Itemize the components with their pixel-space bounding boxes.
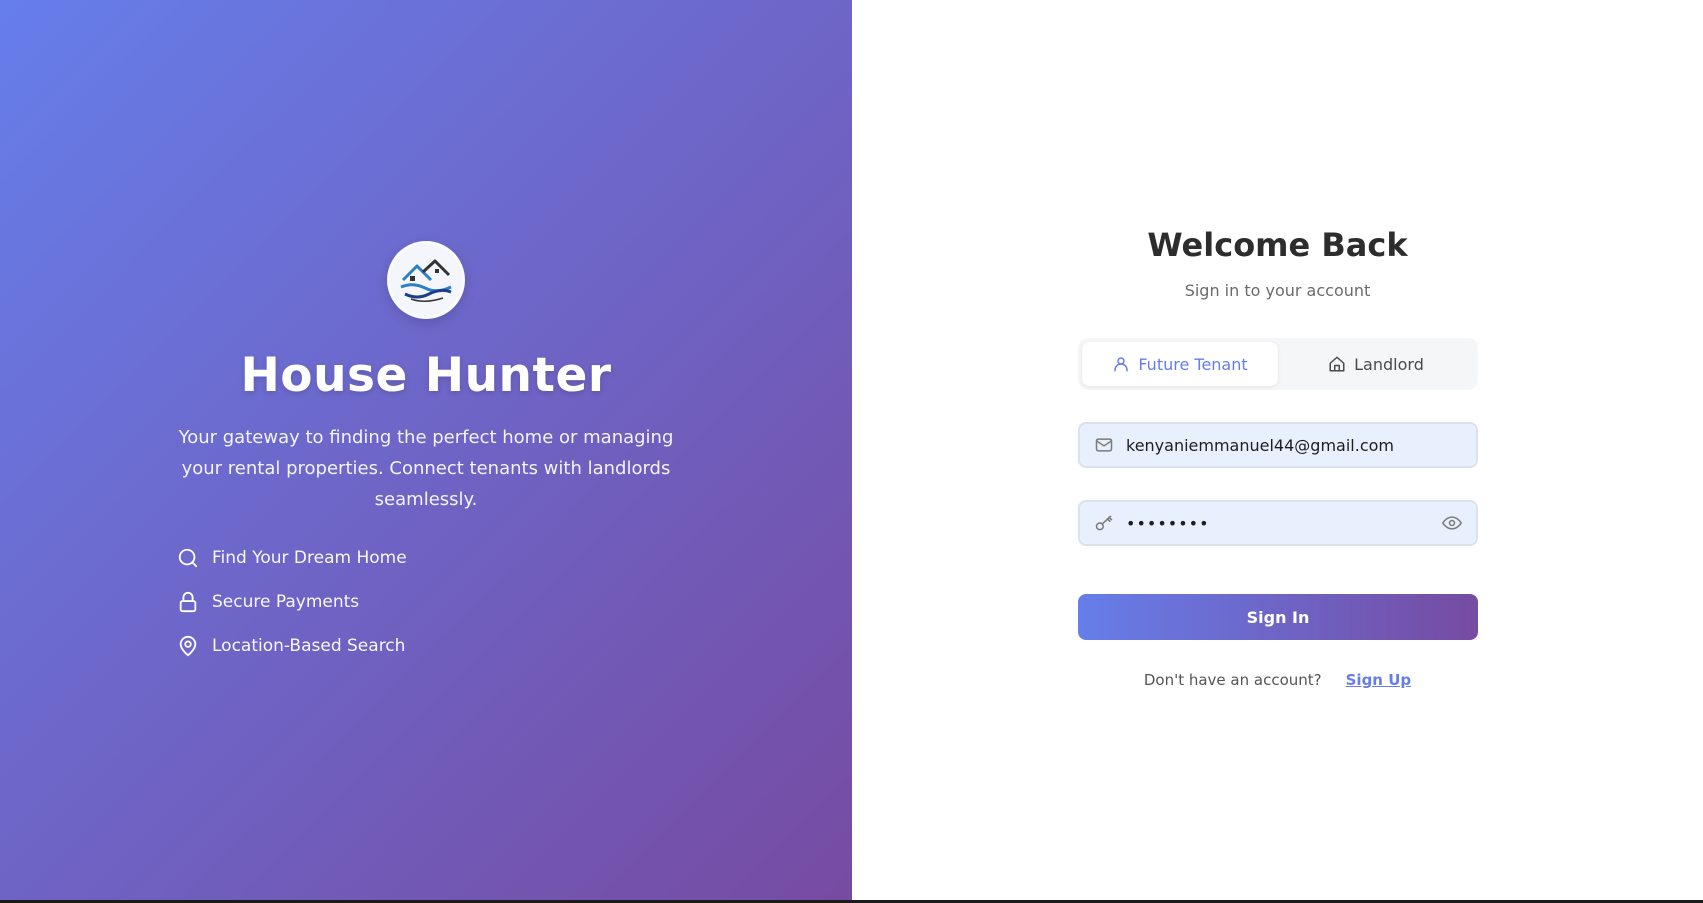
email-field [1078,422,1478,468]
sign-up-link[interactable]: Sign Up [1346,671,1412,689]
role-tabs: Future Tenant Landlord [1078,338,1478,390]
tab-future-tenant[interactable]: Future Tenant [1082,342,1278,386]
mail-icon [1094,435,1116,455]
brand-panel: House Hunter Your gateway to finding the… [0,0,852,903]
tab-label: Future Tenant [1138,354,1248,374]
password-input[interactable]: •••••••• [1126,514,1442,533]
tab-landlord[interactable]: Landlord [1278,342,1474,386]
feature-item: Secure Payments [176,590,407,614]
lock-icon [176,590,200,614]
feature-item: Find Your Dream Home [176,546,407,570]
feature-list: Find Your Dream Home Secure Payments Loc… [176,546,407,678]
feature-label: Find Your Dream Home [212,548,407,568]
password-field: •••••••• [1078,500,1478,546]
page-subtitle: Sign in to your account [1184,281,1371,300]
sign-in-button[interactable]: Sign In [1078,594,1478,640]
page-title: Welcome Back [1147,226,1408,264]
home-icon [1328,355,1346,373]
key-icon [1094,513,1116,533]
show-password-icon[interactable] [1442,513,1462,533]
email-input[interactable] [1126,435,1462,455]
feature-item: Location-Based Search [176,634,407,658]
search-icon [176,546,200,570]
brand-description: Your gateway to finding the perfect home… [178,427,674,510]
tab-label: Landlord [1354,354,1424,374]
signup-prompt: Don't have an account? Sign Up [852,671,1703,689]
map-pin-icon [176,634,200,658]
house-logo-icon [387,241,465,319]
no-account-text: Don't have an account? [1143,671,1322,689]
login-page: House Hunter Your gateway to finding the… [0,0,1703,903]
brand-title: House Hunter [240,348,612,403]
feature-label: Secure Payments [212,592,360,612]
user-icon [1112,355,1130,373]
feature-label: Location-Based Search [212,636,406,656]
